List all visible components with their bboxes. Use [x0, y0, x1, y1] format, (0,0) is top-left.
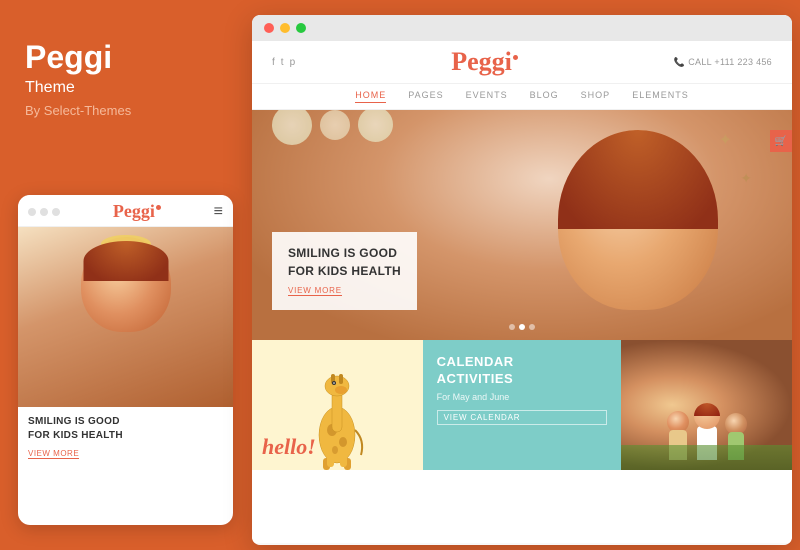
site-nav: HOME PAGES EVENTS BLOG SHOP ELEMENTS: [252, 84, 792, 110]
phone-number: +111 223 456: [714, 57, 772, 67]
pinterest-icon[interactable]: p: [290, 57, 296, 68]
theme-title-line1: Peggi: [25, 40, 220, 75]
mobile-header: Peggi ≡: [18, 195, 233, 227]
mobile-menu-icon: ≡: [214, 203, 223, 221]
baby-hair: [83, 241, 168, 281]
nav-events[interactable]: EVENTS: [466, 90, 508, 103]
mobile-hero: [18, 227, 233, 407]
nav-pages[interactable]: PAGES: [408, 90, 443, 103]
browser-content: f t p Peggi 📞 CALL +111 223 456 HOME PAG…: [252, 41, 792, 543]
facebook-icon[interactable]: f: [272, 57, 275, 68]
nav-elements[interactable]: ELEMENTS: [632, 90, 689, 103]
mobile-dot-3: [52, 208, 60, 216]
site-logo: Peggi: [451, 47, 518, 77]
slider-dot-1[interactable]: [509, 324, 515, 330]
mobile-dot-1: [28, 208, 36, 216]
mobile-view-more[interactable]: VIEW MORE: [28, 449, 79, 459]
calendar-subtitle: For May and June: [437, 392, 608, 402]
left-panel: Peggi Theme By Select-Themes Peggi ≡: [0, 0, 245, 550]
hello-text: hello!: [262, 434, 316, 460]
by-line: By Select-Themes: [25, 103, 220, 118]
theme-title-line2: Theme: [25, 79, 220, 97]
hero-section: ✦ ✦ ✦ ✦ 🛒 SMILING IS GOODFOR KIDS HEALTH…: [252, 110, 792, 340]
mobile-logo-dot: [156, 205, 161, 210]
mobile-dots: [28, 208, 60, 216]
hero-overlay: SMILING IS GOODFOR KIDS HEALTH VIEW MORE: [272, 232, 417, 310]
mobile-dot-2: [40, 208, 48, 216]
browser-titlebar: [252, 15, 792, 41]
twitter-icon[interactable]: t: [281, 57, 284, 68]
hero-view-more-link[interactable]: VIEW MORE: [288, 286, 342, 296]
nav-blog[interactable]: BLOG: [530, 90, 559, 103]
cart-icon: 🛒: [775, 136, 787, 147]
slider-dot-2[interactable]: [519, 324, 525, 330]
desktop-mockup: f t p Peggi 📞 CALL +111 223 456 HOME PAG…: [252, 15, 792, 545]
theme-title: Peggi Theme: [25, 40, 220, 97]
slider-dot-3[interactable]: [529, 324, 535, 330]
browser-dot-close[interactable]: [264, 23, 274, 33]
site-header: f t p Peggi 📞 CALL +111 223 456: [252, 41, 792, 84]
calendar-title: CALENDARACTIVITIES: [437, 354, 608, 388]
card-illustration: hello!: [252, 340, 423, 470]
decorations: [272, 110, 393, 145]
site-call: 📞 CALL +111 223 456: [674, 57, 772, 68]
mobile-caption: SMILING IS GOODFOR KIDS HEALTH VIEW MORE: [18, 407, 233, 469]
call-label: CALL: [688, 57, 711, 67]
cards-row: hello! CALENDARACTIVITIES For May and Ju…: [252, 340, 792, 470]
mobile-mockup: Peggi ≡ SMILING IS GOODFOR KIDS HEALTH V…: [18, 195, 233, 525]
site-logo-dot: [513, 55, 518, 60]
hero-slider-dots: [509, 324, 535, 330]
nav-home[interactable]: HOME: [355, 90, 386, 103]
mobile-logo: Peggi: [113, 201, 161, 222]
nav-shop[interactable]: SHOP: [581, 90, 611, 103]
mobile-caption-title: SMILING IS GOODFOR KIDS HEALTH: [28, 415, 223, 443]
card-children-photo: [621, 340, 792, 470]
calendar-view-link[interactable]: VIEW CALENDAR: [437, 410, 608, 425]
card-calendar: CALENDARACTIVITIES For May and June VIEW…: [423, 340, 622, 470]
browser-dot-minimize[interactable]: [280, 23, 290, 33]
star-decoration-3: ✦: [740, 170, 752, 187]
social-icons: f t p: [272, 57, 295, 68]
hero-title: SMILING IS GOODFOR KIDS HEALTH: [288, 244, 401, 280]
floating-cart-button[interactable]: 🛒: [770, 130, 792, 152]
hero-baby-image: [558, 130, 738, 330]
browser-dot-maximize[interactable]: [296, 23, 306, 33]
grass: [621, 445, 792, 470]
